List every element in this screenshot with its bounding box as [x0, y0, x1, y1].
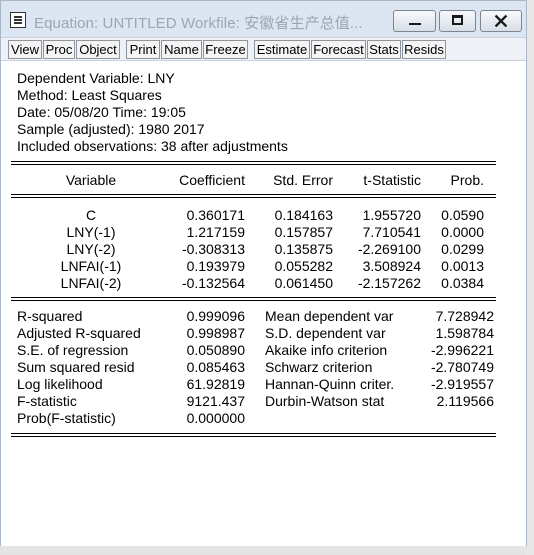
estimation-output: Dependent Variable: LNY Method: Least Sq…	[1, 61, 526, 547]
divider	[11, 194, 496, 195]
variable-cell: LNY(-1)	[66, 224, 116, 240]
sample: Sample (adjusted): 1980 2017	[17, 121, 205, 137]
close-icon	[494, 14, 508, 28]
col-header-prob: Prob.	[450, 172, 484, 188]
method: Method: Least Squares	[17, 87, 162, 103]
coefficient-cell: 0.360171	[186, 207, 245, 223]
toolbar: View Proc Object Print Name Freeze Estim…	[1, 37, 526, 61]
col-header-std-error: Std. Error	[273, 172, 333, 188]
divider	[11, 161, 496, 162]
title-bar[interactable]: Equation: UNTITLED Workfile: 安徽省生产总值...	[1, 1, 526, 37]
variable-cell: LNFAI(-1)	[60, 258, 122, 274]
stat-value: 1.598784	[435, 325, 494, 341]
included-observations: Included observations: 38 after adjustme…	[17, 138, 288, 154]
minimize-button[interactable]	[393, 10, 436, 32]
stat-label: Adjusted R-squared	[17, 325, 141, 341]
coefficient-cell: 0.193979	[186, 258, 245, 274]
prob-cell: 0.0000	[441, 224, 484, 240]
divider	[11, 297, 496, 298]
prob-cell: 0.0384	[441, 275, 484, 291]
close-button[interactable]	[480, 10, 522, 32]
horizontal-scrollbar[interactable]	[0, 546, 527, 555]
window-title: Equation: UNTITLED Workfile: 安徽省生产总值...	[34, 15, 363, 32]
stat-value: 0.000000	[186, 410, 245, 426]
freeze-button[interactable]: Freeze	[203, 40, 248, 59]
stat-value: 2.119566	[436, 393, 494, 409]
variable-cell: LNY(-2)	[66, 241, 116, 257]
minimize-icon	[409, 23, 421, 25]
std-error-cell: 0.135875	[274, 241, 333, 257]
coefficient-cell: -0.308313	[181, 241, 245, 257]
t-statistic-cell: 7.710541	[362, 224, 421, 240]
print-button[interactable]: Print	[126, 40, 160, 59]
stat-value: -2.780749	[430, 359, 494, 375]
vertical-scrollbar[interactable]	[527, 0, 534, 555]
maximize-icon	[452, 15, 463, 25]
variable-cell: LNFAI(-2)	[60, 275, 122, 291]
stat-value: 0.085463	[186, 359, 245, 375]
std-error-cell: 0.061450	[274, 275, 333, 291]
equation-app-icon[interactable]	[10, 12, 26, 28]
dependent-variable: Dependent Variable: LNY	[17, 70, 175, 86]
stat-label: Hannan-Quinn criter.	[265, 376, 395, 392]
coefficient-cell: 1.217159	[186, 224, 245, 240]
divider	[11, 197, 496, 198]
col-header-variable: Variable	[65, 172, 117, 188]
t-statistic-cell: -2.157262	[357, 275, 421, 291]
stats-button[interactable]: Stats	[367, 40, 401, 59]
stat-label: R-squared	[17, 308, 83, 324]
stat-value: 9121.437	[186, 393, 245, 409]
divider	[11, 436, 496, 437]
maximize-button[interactable]	[439, 10, 476, 32]
object-button[interactable]: Object	[76, 40, 120, 59]
std-error-cell: 0.184163	[274, 207, 333, 223]
std-error-cell: 0.157857	[274, 224, 333, 240]
stat-label: Schwarz criterion	[265, 359, 373, 375]
col-header-coefficient: Coefficient	[179, 172, 245, 188]
col-header-t-statistic: t-Statistic	[363, 172, 421, 188]
view-button[interactable]: View	[8, 40, 42, 59]
stat-label: Prob(F-statistic)	[17, 410, 116, 426]
t-statistic-cell: 1.955720	[362, 207, 421, 223]
stat-value: 0.999096	[186, 308, 245, 324]
stat-value: 61.92819	[186, 376, 245, 392]
stat-value: 0.050890	[186, 342, 245, 358]
stat-label: S.D. dependent var	[265, 325, 386, 341]
proc-button[interactable]: Proc	[43, 40, 75, 59]
divider	[11, 164, 496, 165]
stat-value: -2.996221	[430, 342, 494, 358]
stat-value: 7.728942	[435, 308, 494, 324]
divider	[11, 433, 496, 434]
estimate-button[interactable]: Estimate	[254, 40, 310, 59]
stat-value: 0.998987	[186, 325, 245, 341]
stat-label: Akaike info criterion	[265, 342, 388, 358]
stat-label: Durbin-Watson stat	[265, 393, 385, 409]
prob-cell: 0.0299	[441, 241, 484, 257]
stat-label: F-statistic	[17, 393, 77, 409]
stat-label: S.E. of regression	[17, 342, 129, 358]
coefficient-cell: -0.132564	[181, 275, 245, 291]
date-time: Date: 05/08/20 Time: 19:05	[17, 104, 186, 120]
equation-window: Equation: UNTITLED Workfile: 安徽省生产总值... …	[0, 0, 527, 547]
name-button[interactable]: Name	[161, 40, 202, 59]
stat-label: Sum squared resid	[17, 359, 135, 375]
stat-label: Mean dependent var	[265, 308, 394, 324]
divider	[11, 300, 496, 301]
t-statistic-cell: -2.269100	[357, 241, 421, 257]
prob-cell: 0.0590	[441, 207, 484, 223]
variable-cell: C	[85, 207, 97, 223]
std-error-cell: 0.055282	[274, 258, 333, 274]
prob-cell: 0.0013	[441, 258, 484, 274]
t-statistic-cell: 3.508924	[362, 258, 421, 274]
forecast-button[interactable]: Forecast	[311, 40, 366, 59]
resids-button[interactable]: Resids	[402, 40, 446, 59]
stat-value: -2.919557	[430, 376, 494, 392]
stat-label: Log likelihood	[17, 376, 103, 392]
